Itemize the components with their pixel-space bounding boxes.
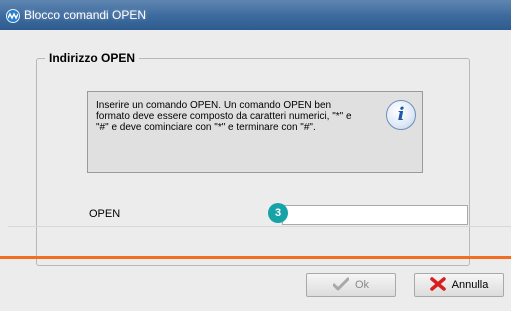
red-x-icon bbox=[429, 276, 446, 294]
info-icon: i bbox=[386, 100, 416, 130]
ok-button[interactable]: Ok bbox=[306, 273, 396, 297]
group-title: Indirizzo OPEN bbox=[45, 51, 140, 65]
title-bar[interactable]: Blocco comandi OPEN bbox=[0, 0, 511, 30]
ok-button-label: Ok bbox=[354, 279, 370, 291]
info-icon-glyph: i bbox=[397, 104, 405, 125]
open-command-input[interactable] bbox=[282, 205, 468, 225]
window-title: Blocco comandi OPEN bbox=[24, 8, 147, 22]
open-field-label: OPEN bbox=[89, 208, 121, 220]
app-logo-icon bbox=[6, 9, 20, 23]
info-line-2: formato deve essere composto da caratter… bbox=[96, 111, 352, 122]
info-line-1: Inserire un comando OPEN. Un comando OPE… bbox=[96, 100, 332, 111]
cancel-button-label: Annulla bbox=[451, 279, 489, 291]
accent-divider bbox=[0, 256, 511, 259]
dialog-window: Blocco comandi OPEN Indirizzo OPEN Inser… bbox=[0, 0, 511, 311]
divider bbox=[8, 226, 511, 227]
info-line-3: "#" e deve cominciare con "*" e terminar… bbox=[96, 122, 316, 133]
open-address-group: Indirizzo OPEN Inserire un comando OPEN.… bbox=[36, 51, 470, 266]
info-text: Inserire un comando OPEN. Un comando OPE… bbox=[96, 100, 376, 133]
checkmark-icon bbox=[332, 277, 350, 294]
info-panel: Inserire un comando OPEN. Un comando OPE… bbox=[87, 91, 423, 173]
dialog-body: Indirizzo OPEN Inserire un comando OPEN.… bbox=[8, 30, 503, 311]
step-badge: 3 bbox=[268, 203, 288, 223]
cancel-button[interactable]: Annulla bbox=[414, 273, 504, 297]
